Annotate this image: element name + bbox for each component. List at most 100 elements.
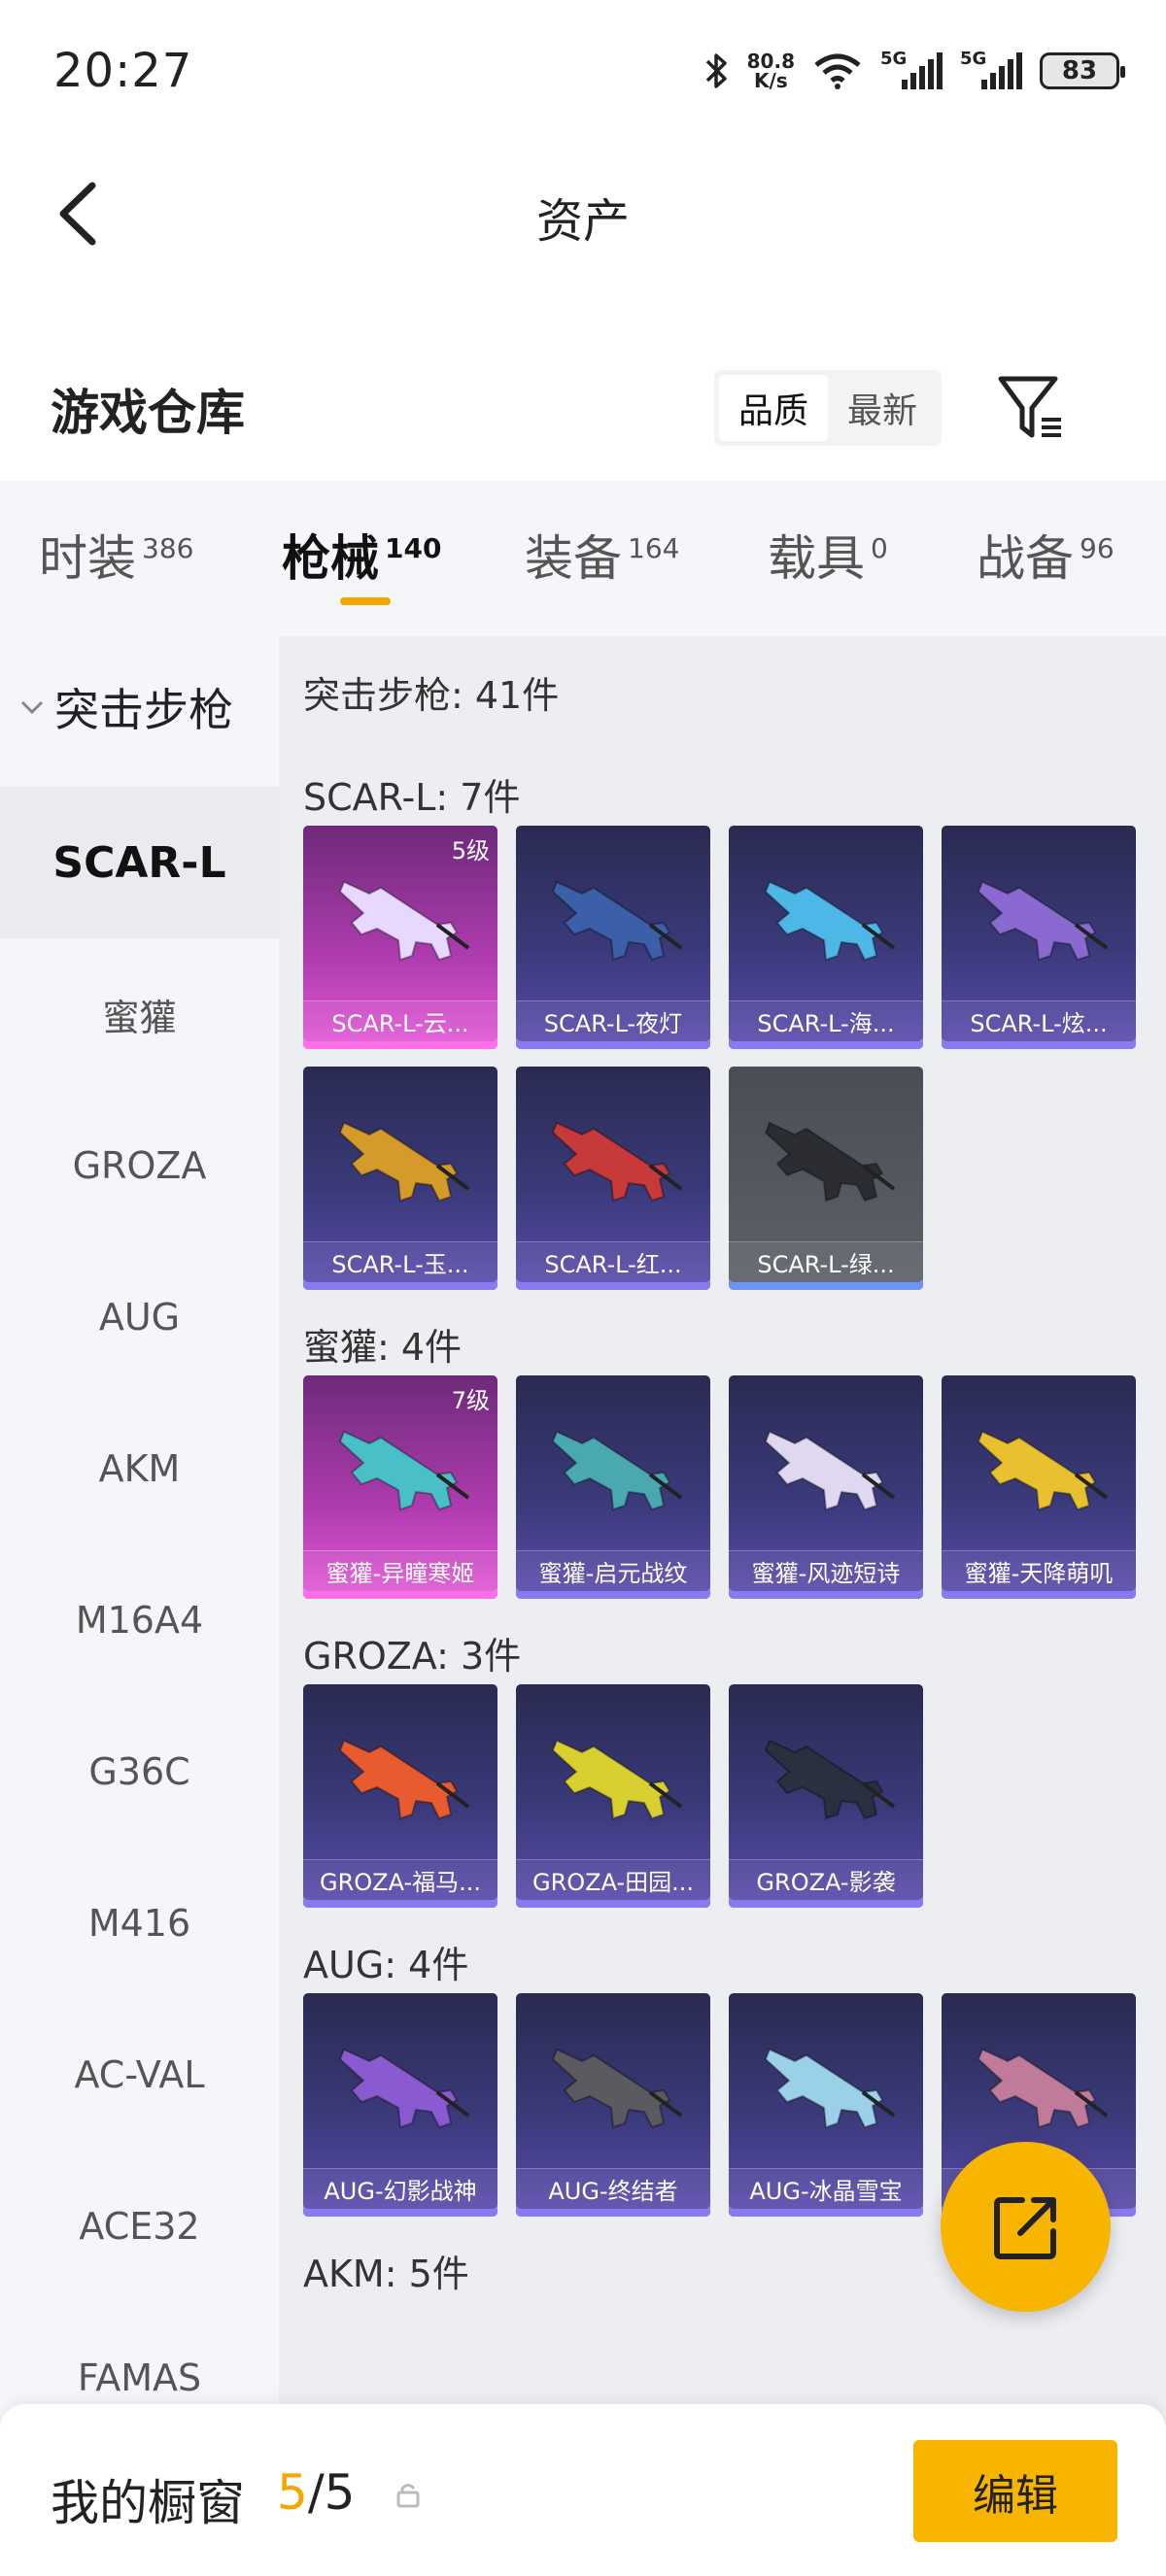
- weapon-skin-card[interactable]: 5级 SCAR-L-云...: [303, 826, 497, 1049]
- weapon-skin-card[interactable]: AUG-终结者: [516, 1993, 710, 2217]
- skin-name: SCAR-L-炫...: [942, 1000, 1136, 1041]
- lock-icon: [396, 2484, 420, 2508]
- filter-button[interactable]: [993, 369, 1071, 447]
- sidebar-item-honey-badger[interactable]: 蜜獾: [0, 938, 279, 1090]
- weapon-skin-card[interactable]: 7级蜜獾-异瞳寒姬: [303, 1375, 497, 1599]
- weapon-skin-card[interactable]: GROZA-田园...: [516, 1684, 710, 1908]
- weapon-type-sidebar: 突击步枪 SCAR-L 蜜獾 GROZA AUG AKM M16A4 G36C …: [0, 636, 279, 2482]
- skin-name: SCAR-L-红...: [516, 1241, 710, 1282]
- filter-icon: [998, 376, 1061, 438]
- weapon-skin-image: [764, 1121, 896, 1203]
- skin-name: AUG-幻影战神: [303, 2168, 497, 2209]
- showcase-count: 5/5: [277, 2464, 356, 2521]
- share-icon: [993, 2196, 1056, 2259]
- skin-name: 蜜獾-启元战纹: [516, 1550, 710, 1591]
- section-title: SCAR-L: 7件: [303, 776, 521, 819]
- weapon-skin-card[interactable]: GROZA-影袭: [729, 1684, 923, 1908]
- warehouse-title: 游戏仓库: [51, 385, 245, 441]
- weapon-skin-card[interactable]: SCAR-L-炫...: [942, 826, 1136, 1049]
- sidebar-item-aug[interactable]: AUG: [0, 1241, 279, 1393]
- weapon-skin-image: [338, 1430, 470, 1511]
- section-title: AKM: 5件: [303, 2253, 469, 2295]
- wifi-icon: [814, 53, 861, 89]
- net-speed: 80.8 K/s: [746, 50, 795, 92]
- weapon-skin-image: [338, 1121, 470, 1203]
- tab-vehicles[interactable]: 载具 0: [768, 520, 888, 590]
- sidebar-item-groza[interactable]: GROZA: [0, 1090, 279, 1241]
- skin-name: SCAR-L-夜灯: [516, 1000, 710, 1041]
- weapon-skin-image: [764, 1430, 896, 1511]
- weapon-skin-image: [551, 1430, 683, 1511]
- section-title: GROZA: 3件: [303, 1635, 522, 1678]
- weapon-skin-image: [977, 1430, 1109, 1511]
- weapon-skin-card[interactable]: 蜜獾-风迹短诗: [729, 1375, 923, 1599]
- chevron-down-icon: [20, 700, 44, 715]
- sort-option-newest[interactable]: 最新: [828, 375, 937, 441]
- page-title: 资产: [535, 194, 630, 249]
- weapon-skin-image: [551, 1121, 683, 1203]
- showcase-label: 我的橱窗: [51, 2475, 245, 2531]
- weapon-skin-card[interactable]: AUG-幻影战神: [303, 1993, 497, 2217]
- tab-outfits[interactable]: 时装 386: [39, 520, 193, 590]
- category-summary: 突击步枪: 41件: [303, 674, 560, 717]
- weapon-skin-image: [764, 880, 896, 962]
- edit-button[interactable]: 编辑: [913, 2440, 1117, 2542]
- tab-equipment[interactable]: 装备 164: [525, 520, 679, 590]
- skin-name: 蜜獾-异瞳寒姬: [303, 1550, 497, 1591]
- status-icons: 80.8 K/s 5G 5G 83: [704, 47, 1125, 95]
- weapon-skin-image: [977, 880, 1109, 962]
- skin-level-badge: 7级: [451, 1387, 490, 1414]
- sidebar-item-m416[interactable]: M416: [0, 1847, 279, 1999]
- weapon-skin-image: [764, 2048, 896, 2129]
- weapon-skin-image: [338, 2048, 470, 2129]
- tab-weapons[interactable]: 枪械 140: [282, 520, 441, 590]
- sidebar-item-g36c[interactable]: G36C: [0, 1696, 279, 1847]
- share-button[interactable]: [941, 2142, 1111, 2312]
- sidebar-group-assault-rifles[interactable]: 突击步枪: [19, 675, 233, 739]
- sidebar-item-ac-val[interactable]: AC-VAL: [0, 1999, 279, 2151]
- tab-supplies[interactable]: 战备 96: [977, 520, 1115, 590]
- weapon-skin-image: [551, 2048, 683, 2129]
- skin-name: GROZA-福马...: [303, 1859, 497, 1900]
- weapon-skin-card[interactable]: SCAR-L-海...: [729, 826, 923, 1049]
- page-header: 资产: [0, 146, 1166, 282]
- skin-level-badge: 5级: [451, 837, 490, 864]
- weapon-skin-card[interactable]: SCAR-L-夜灯: [516, 826, 710, 1049]
- showcase-bar: 我的橱窗 5/5 编辑: [0, 2404, 1166, 2576]
- weapon-skin-card[interactable]: AUG-冰晶雪宝: [729, 1993, 923, 2217]
- skin-name: AUG-冰晶雪宝: [729, 2168, 923, 2209]
- weapon-skin-card[interactable]: GROZA-福马...: [303, 1684, 497, 1908]
- weapon-skin-image: [338, 880, 470, 962]
- weapon-skin-card[interactable]: SCAR-L-红...: [516, 1067, 710, 1290]
- active-tab-indicator: [340, 597, 391, 605]
- skin-name: GROZA-田园...: [516, 1859, 710, 1900]
- weapon-skin-card[interactable]: SCAR-L-玉...: [303, 1067, 497, 1290]
- weapon-skin-card[interactable]: 蜜獾-天降萌叽: [942, 1375, 1136, 1599]
- sort-option-quality[interactable]: 品质: [719, 375, 828, 441]
- section-title: 蜜獾: 4件: [303, 1326, 463, 1369]
- signal-icon-2: 5G: [960, 49, 1022, 89]
- status-time: 20:27: [53, 44, 193, 98]
- status-bar: 20:27 80.8 K/s 5G 5G 83: [0, 0, 1166, 146]
- bluetooth-icon: [705, 53, 727, 88]
- skin-name: AUG-终结者: [516, 2168, 710, 2209]
- skin-name: 蜜獾-天降萌叽: [942, 1550, 1136, 1591]
- sidebar-item-scar-l[interactable]: SCAR-L: [0, 787, 279, 938]
- sidebar-item-ace32[interactable]: ACE32: [0, 2151, 279, 2302]
- sidebar-item-akm[interactable]: AKM: [0, 1393, 279, 1544]
- skin-name: SCAR-L-玉...: [303, 1241, 497, 1282]
- weapon-skin-image: [764, 1739, 896, 1820]
- skin-name: SCAR-L-绿...: [729, 1241, 923, 1282]
- weapon-skin-card[interactable]: SCAR-L-绿...: [729, 1067, 923, 1290]
- weapon-skin-image: [551, 1739, 683, 1820]
- skin-name: GROZA-影袭: [729, 1859, 923, 1900]
- sidebar-item-m16a4[interactable]: M16A4: [0, 1544, 279, 1696]
- sort-toggle: 品质 最新: [714, 370, 942, 446]
- section-title: AUG: 4件: [303, 1944, 469, 1986]
- weapon-skin-image: [551, 880, 683, 962]
- battery-icon: 83: [1040, 52, 1125, 89]
- skin-name: 蜜獾-风迹短诗: [729, 1550, 923, 1591]
- skin-name: SCAR-L-云...: [303, 1000, 497, 1041]
- weapon-skin-card[interactable]: 蜜獾-启元战纹: [516, 1375, 710, 1599]
- signal-icon-1: 5G: [880, 49, 943, 89]
